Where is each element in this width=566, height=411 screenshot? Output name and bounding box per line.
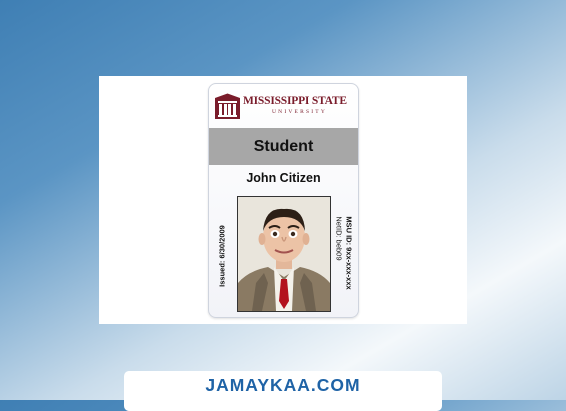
status-label: Student — [209, 128, 358, 165]
id-numbers: MSU ID: 9xx-xxx-xxx NetID: beb09 — [335, 216, 354, 289]
id-card: MISSISSIPPI STATE UNIVERSITY Student Joh… — [208, 83, 359, 318]
university-seal-icon — [215, 93, 240, 119]
id-numbers-area: MSU ID: 9xx-xxx-xxx NetID: beb09 — [333, 196, 355, 310]
university-subtitle: UNIVERSITY — [272, 109, 327, 115]
university-name: MISSISSIPPI STATE — [243, 95, 347, 107]
footer-banner: JAMAYKAA.COM — [124, 371, 442, 411]
portrait-image — [238, 197, 330, 311]
net-id: NetID: beb09 — [335, 216, 344, 261]
site-name: JAMAYKAA.COM — [205, 375, 361, 395]
issued-date-area: Issued: 6/30/2009 — [213, 210, 231, 302]
image-panel: MISSISSIPPI STATE UNIVERSITY Student Joh… — [99, 76, 467, 324]
holder-photo — [237, 196, 331, 312]
university-logo: MISSISSIPPI STATE UNIVERSITY — [209, 84, 358, 130]
holder-name: John Citizen — [246, 171, 321, 185]
issued-date: Issued: 6/30/2009 — [217, 225, 227, 287]
msu-id: MSU ID: 9xx-xxx-xxx — [344, 216, 354, 290]
